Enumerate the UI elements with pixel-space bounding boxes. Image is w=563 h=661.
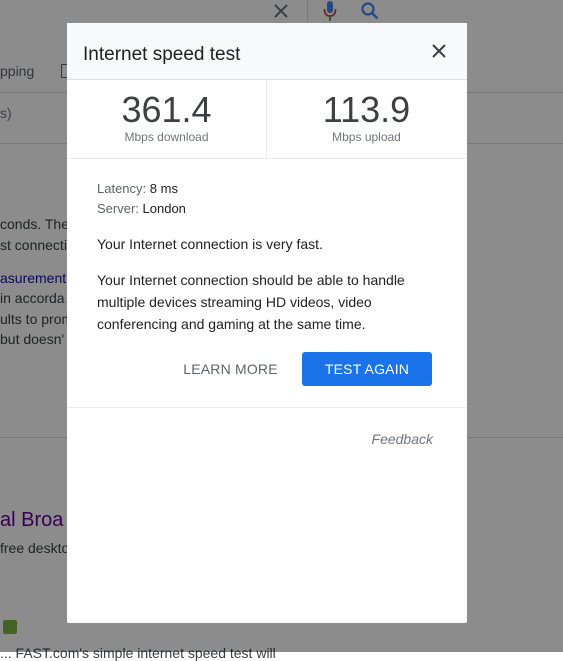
learn-more-button[interactable]: LEARN MORE bbox=[177, 352, 284, 386]
dialog-divider bbox=[67, 407, 467, 408]
download-speed-label: Mbps download bbox=[124, 130, 209, 144]
server-value: London bbox=[142, 201, 186, 216]
speed-summary: Your Internet connection is very fast. bbox=[97, 236, 323, 252]
latency-line: Latency: 8 ms bbox=[97, 181, 178, 197]
upload-result: 113.9 Mbps upload bbox=[267, 80, 466, 158]
server-line: Server: London bbox=[97, 201, 186, 217]
download-result: 361.4 Mbps download bbox=[67, 80, 267, 158]
speed-results: 361.4 Mbps download 113.9 Mbps upload bbox=[67, 80, 467, 159]
latency-value: 8 ms bbox=[149, 181, 178, 196]
upload-speed-label: Mbps upload bbox=[332, 130, 401, 144]
latency-key: Latency: bbox=[97, 181, 147, 196]
close-icon bbox=[432, 44, 446, 58]
upload-speed-value: 113.9 bbox=[322, 89, 411, 130]
download-speed-value: 361.4 bbox=[121, 89, 212, 130]
dialog-header: Internet speed test bbox=[67, 23, 467, 80]
close-button[interactable] bbox=[425, 37, 453, 65]
dialog-title: Internet speed test bbox=[83, 44, 241, 65]
server-key: Server: bbox=[97, 201, 139, 216]
feedback-link[interactable]: Feedback bbox=[372, 431, 433, 447]
speed-description: Your Internet connection should be able … bbox=[97, 272, 405, 332]
test-again-button[interactable]: TEST AGAIN bbox=[302, 352, 432, 386]
speed-test-dialog: Internet speed test 361.4 Mbps download … bbox=[67, 23, 467, 623]
